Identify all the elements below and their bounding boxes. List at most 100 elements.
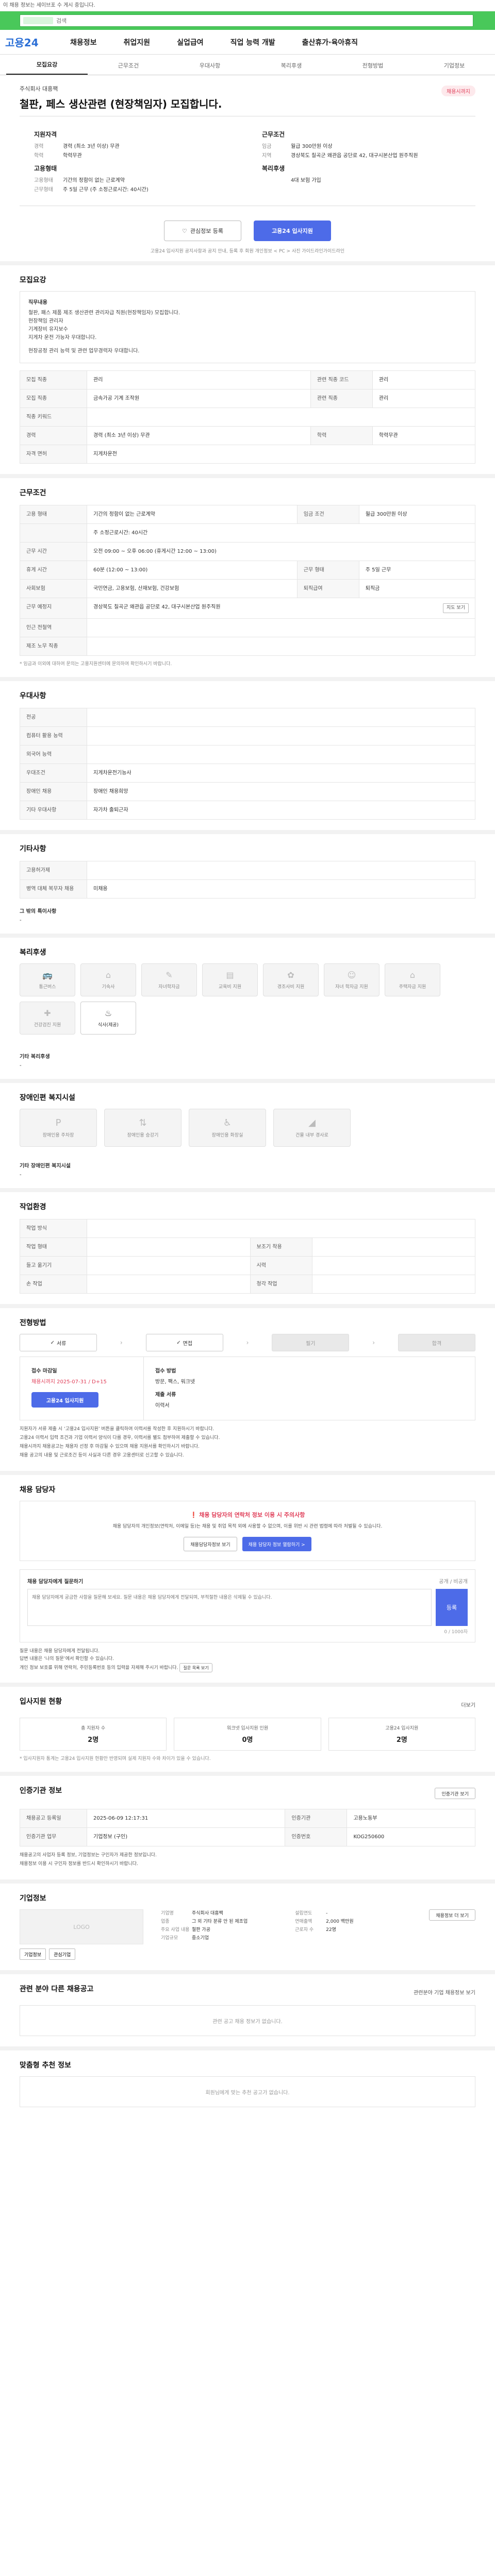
visibility-toggle[interactable]: 공개 / 비공개 xyxy=(439,1577,468,1585)
arrow-icon: › xyxy=(120,1339,123,1346)
apply-note: 고용24 입사지원 공지사항과 공지 안내, 등록 후 회원 개인정보 < PC… xyxy=(150,249,345,254)
action-buttons: ♡ 관심정보 등록 고용24 입사지원 xyxy=(0,206,495,247)
period-right: 접수 방법 방문, 팩스, 워크넷 제출 서류 이력서 xyxy=(155,1368,195,1409)
apply-period-box: 접수 마감일 채용시까지 2025-07-31 / D+15 고용24 입사지원… xyxy=(20,1357,475,1420)
tab-work[interactable]: 근무조건 xyxy=(88,61,169,75)
nav-item-employment-support[interactable]: 취업지원 xyxy=(110,37,164,47)
summary-row: 학력 학력무관 xyxy=(34,153,82,159)
parking-icon: P xyxy=(55,1117,61,1128)
question-list-button[interactable]: 질문 목록 보기 xyxy=(179,1663,212,1672)
elevator-icon: ⇅ xyxy=(139,1117,147,1128)
contact-warning: ❗ 채용 담당자의 연락처 정보 이용 시 주의사항 채용 담당자의 개인정보(… xyxy=(20,1501,475,1561)
company-name[interactable]: 주식회사 대흥팩 xyxy=(20,84,475,93)
section-title: 기타사항 xyxy=(20,845,46,853)
heart-icon: ♡ xyxy=(182,227,187,234)
divider xyxy=(0,934,495,938)
tab-recruit[interactable]: 모집요강 xyxy=(6,60,88,75)
other-extra-label: 그 밖의 특이사항 xyxy=(20,909,57,914)
nav-item-skill-development[interactable]: 직업 능력 개발 xyxy=(217,37,289,47)
meal-icon: ♨ xyxy=(104,1008,112,1018)
process-apply-button[interactable]: 고용24 입사지원 xyxy=(31,1392,98,1408)
question-textarea[interactable] xyxy=(27,1589,432,1626)
map-button[interactable]: 지도 보기 xyxy=(443,603,469,613)
tab-prefer[interactable]: 우대사항 xyxy=(169,61,251,75)
env-table: 작업 방식 작업 형태 보조기 착용 들고 옮기기 시력 손 작업 청각 작업 xyxy=(20,1219,475,1294)
process-notes: 지원자가 서류 제출 시 ‘고용24 입사지원’ 버튼을 클릭하여 이력서를 작… xyxy=(20,1427,220,1458)
save-interest-button[interactable]: ♡ 관심정보 등록 xyxy=(164,221,241,241)
company-logo: LOGO xyxy=(20,1909,143,1944)
summary-row: 4대 보험 가입 xyxy=(291,178,321,183)
summary-row: 근무형태 주 5일 근무 (주 소정근로시간: 40시간) xyxy=(34,187,148,193)
disability-item: ♿ 장애인용 화장실 xyxy=(189,1109,266,1147)
divider xyxy=(0,474,495,478)
prefer-table: 전공 컴퓨터 활용 능력 외국어 능력 우대조건 지게차운전기능사 장애인 채용 장… xyxy=(20,708,475,820)
open-contact-button[interactable]: 채용 담당자 정보 열람하기 > xyxy=(242,1537,311,1551)
nav-item-unemployment-benefit[interactable]: 실업급여 xyxy=(163,37,217,47)
nav-item-jobs[interactable]: 채용정보 xyxy=(57,37,110,47)
summary-right: 근무조건 임금 월급 300만원 이상 지역 경상북도 칠곡군 왜관읍 공단로 42… xyxy=(248,126,475,195)
interest-company-button[interactable]: 관심기업 xyxy=(49,1948,76,1960)
gift-icon: ✿ xyxy=(287,970,294,980)
cert-view-button[interactable]: 인증기관 보기 xyxy=(435,1788,475,1799)
search-highlight xyxy=(23,17,53,24)
search-box[interactable] xyxy=(20,14,473,27)
similar-empty: 관련 공고 채용 정보가 없습니다. xyxy=(20,2005,475,2036)
summary-left: 지원자격 경력 경력 (최소 3년 이상) 무관 학력 학력무관 고용형태 고용형태… xyxy=(20,126,248,195)
divider xyxy=(0,1471,495,1475)
top-notice: 이 채용 정보는 세이브포 수 게시 중입니다. xyxy=(0,0,495,11)
search-input[interactable] xyxy=(20,15,473,26)
tab-welfare[interactable]: 복리후생 xyxy=(251,61,332,75)
welfare-item: ⌂ 주택자금 지원 xyxy=(385,963,440,996)
work-section: 근무조건 고용 형태 기간의 정함이 없는 근로계약 임금 조건 월급 300만원 이… xyxy=(0,478,495,677)
divider xyxy=(0,677,495,681)
deadline-value: 채용시까지 2025-07-31 / D+15 xyxy=(31,1379,107,1385)
welfare-item: 🚌 통근버스 xyxy=(20,963,75,996)
job-summary: 지원자격 경력 경력 (최소 3년 이상) 무관 학력 학력무관 고용형태 고용형태… xyxy=(20,116,475,206)
book-icon: ▤ xyxy=(226,970,234,980)
deadline-badge: 채용시까지 xyxy=(441,86,475,96)
check-icon: ✓ xyxy=(50,1340,55,1346)
dorm-icon: ⌂ xyxy=(105,970,111,980)
corp-info: LOGO 기업정보 관심기업 기업명 주식회사 대흥팩 업종 그 외 기타 분류 안… xyxy=(20,1909,475,1960)
ask-box: 채용 담당자에게 질문하기 공개 / 비공개 등록 0 / 1000자 xyxy=(20,1569,475,1642)
stats-more-link[interactable]: 더보기 xyxy=(461,1701,475,1708)
apply-button[interactable]: 고용24 입사지원 xyxy=(254,221,331,241)
welfare-item: ✿ 경조사비 지원 xyxy=(263,963,319,996)
char-count: 0 / 1000자 xyxy=(444,1630,468,1635)
other-extra-value: - xyxy=(20,918,22,923)
submit-question-button[interactable]: 등록 xyxy=(436,1589,468,1626)
company-info-button[interactable]: 기업정보 xyxy=(20,1948,46,1960)
arrow-icon: › xyxy=(246,1339,249,1346)
welfare-item: ▤ 교육비 지원 xyxy=(202,963,258,996)
welfare-item: ☺ 자녀 학자금 지원 xyxy=(324,963,380,996)
disability-extra-label: 기타 장애인편 복지시설 xyxy=(20,1163,71,1169)
similar-more-link[interactable]: 관련분야 기업 채용정보 보기 xyxy=(414,1988,475,1996)
ask-notes: 질문 내용은 채용 담당자에게 전달됩니다. 답변 내용은 ‘나의 질문’에서 … xyxy=(20,1648,475,1672)
restroom-icon: ♿ xyxy=(223,1117,232,1128)
section-title: 복리후생 xyxy=(20,948,46,957)
process-section: 전형방법 ✓ 서류 › ✓ 면접 › 필기 › 합격 접수 마감일 채용시까지 20… xyxy=(0,1308,495,1471)
info-table: 채용공고 등록일 2025-06-09 12:17:31 인증기관 고용노동부 인증기… xyxy=(20,1809,475,1846)
tab-process[interactable]: 전형방법 xyxy=(332,61,414,75)
recruit-table: 모집 직종 관리 관련 직종 코드 관리 모집 직종 금속가공 기계 조작원 관련 직종 관… xyxy=(20,370,476,464)
ramp-icon: ◢ xyxy=(308,1117,316,1128)
company-details: 기업명 주식회사 대흥팩 업종 그 외 기타 분류 안 된 제조업 주요 사업 내용… xyxy=(143,1909,475,1960)
env-section: 작업환경 작업 방식 작업 형태 보조기 착용 들고 옮기기 시력 손 작업 청각 작… xyxy=(0,1192,495,1304)
similar-section: 관련 분야 다른 채용공고 관련분야 기업 채용정보 보기 관련 공고 채용 정… xyxy=(0,1974,495,2046)
section-title: 작업환경 xyxy=(20,1203,46,1211)
step-pass: 합격 xyxy=(398,1334,475,1351)
divider xyxy=(0,2046,495,2050)
view-contact-button[interactable]: 채용담당자정보 보기 xyxy=(184,1537,237,1551)
summary-row: 임금 월급 300만원 이상 xyxy=(262,144,333,149)
welfare-grid: 🚌 통근버스 ⌂ 기숙사 ✎ 자녀학자금 ▤ 교육비 지원 ✿ 경조사비 지원 ☺ 자녀 학… xyxy=(20,963,475,1035)
nav-item-maternity-leave[interactable]: 출산휴가·육아휴직 xyxy=(289,37,371,47)
company-jobs-button[interactable]: 채용정보 더 보기 xyxy=(429,1909,475,1921)
summary-work-title: 근무조건 xyxy=(262,131,285,138)
child-icon: ☺ xyxy=(347,970,356,980)
section-title: 근무조건 xyxy=(20,489,46,497)
stats-section: 입사지원 현황 더보기 총 지원자 수 2명 워크넷 입사지원 인원 0명 고용24… xyxy=(0,1687,495,1772)
site-logo[interactable]: 고용24 xyxy=(5,35,57,49)
stats-note: * 입사지원자 통계는 고용24 입사지원 현황만 반영되며 실제 지원자 수와… xyxy=(20,1756,211,1761)
welfare-item-active: ♨ 식사(제공) xyxy=(80,1002,136,1035)
tab-company[interactable]: 기업정보 xyxy=(414,61,495,75)
